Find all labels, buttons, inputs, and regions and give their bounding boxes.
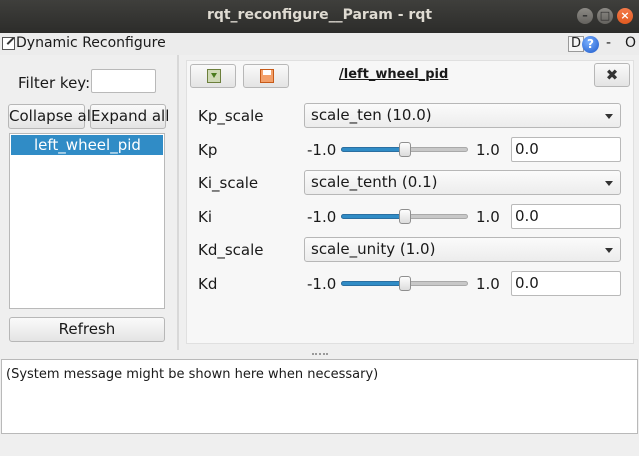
plugin-options-button[interactable]: O [625,35,636,51]
chevron-down-icon [605,114,613,119]
kp-min-label: -1.0 [307,141,337,159]
plugin-title: Dynamic Reconfigure [16,35,166,51]
ki-max-label: 1.0 [476,208,500,226]
kd-slider[interactable] [341,276,468,291]
maximize-button[interactable]: □ [597,8,613,24]
plugin-edit-icon [2,37,15,50]
close-window-button[interactable]: × [617,8,633,24]
window-title: rqt_reconfigure__Param - rqt [206,7,433,23]
ki-scale-value: scale_tenth (0.1) [311,173,438,191]
param-label-kd: Kd [198,275,218,293]
ki-slider[interactable] [341,209,468,224]
filter-key-label: Filter key: [18,74,91,92]
node-name-title: /left_wheel_pid [339,67,449,82]
expand-all-button[interactable]: Expand all [90,104,169,129]
ki-value-input[interactable]: 0.0 [511,204,621,229]
close-editor-button[interactable]: ✖ [594,63,630,87]
kd-slider-fill [341,281,405,286]
ki-slider-handle[interactable] [399,209,411,224]
kp-slider-handle[interactable] [399,142,411,157]
param-editor-panel: /left_wheel_pid ✖ Kp_scale scale_ten (10… [186,60,634,344]
vertical-splitter[interactable] [177,55,179,350]
chevron-down-icon [605,181,613,186]
kp-slider[interactable] [341,142,468,157]
kp-slider-fill [341,147,405,152]
kp-max-label: 1.0 [476,141,500,159]
plugin-titlebar: Dynamic Reconfigure D ? - O [0,33,639,55]
window-titlebar: rqt_reconfigure__Param - rqt – □ × [0,0,639,33]
param-editor-area: /left_wheel_pid ✖ Kp_scale scale_ten (10… [180,55,639,350]
kp-scale-combo[interactable]: scale_ten (10.0) [304,103,621,128]
refresh-button[interactable]: Refresh [9,317,165,342]
node-sidebar: Filter key: Collapse all Expand all left… [0,55,176,350]
ki-scale-combo[interactable]: scale_tenth (0.1) [304,170,621,195]
param-label-kd-scale: Kd_scale [198,241,264,259]
kp-value-input[interactable]: 0.0 [511,137,621,162]
ki-min-label: -1.0 [307,208,337,226]
kd-slider-handle[interactable] [399,276,411,291]
help-icon[interactable]: ? [582,36,599,53]
collapse-all-button[interactable]: Collapse all [8,104,95,129]
param-label-ki: Ki [198,208,213,226]
system-message-box: (System message might be shown here when… [1,359,638,434]
save-icon [260,69,274,83]
tree-item-left-wheel-pid[interactable]: left_wheel_pid [11,135,163,155]
splitter-grip-icon[interactable] [312,353,328,355]
param-label-kp-scale: Kp_scale [198,107,264,125]
param-label-ki-scale: Ki_scale [198,174,259,192]
filter-key-input[interactable] [91,69,156,93]
plugin-minimize-button[interactable]: - [606,35,611,51]
kd-min-label: -1.0 [307,275,337,293]
kp-scale-value: scale_ten (10.0) [311,106,432,124]
chevron-down-icon [605,248,613,253]
minimize-button[interactable]: – [577,8,593,24]
kd-max-label: 1.0 [476,275,500,293]
save-button[interactable] [243,64,289,88]
kd-value-input[interactable]: 0.0 [511,271,621,296]
kd-scale-value: scale_unity (1.0) [311,240,436,258]
system-message-text: (System message might be shown here when… [6,367,379,382]
ki-slider-fill [341,214,405,219]
load-button[interactable] [190,64,236,88]
node-tree[interactable]: left_wheel_pid [9,133,165,309]
param-label-kp: Kp [198,141,218,159]
status-bar [0,434,639,456]
kd-scale-combo[interactable]: scale_unity (1.0) [304,237,621,262]
horizontal-splitter[interactable] [0,350,639,358]
load-icon [207,69,221,83]
